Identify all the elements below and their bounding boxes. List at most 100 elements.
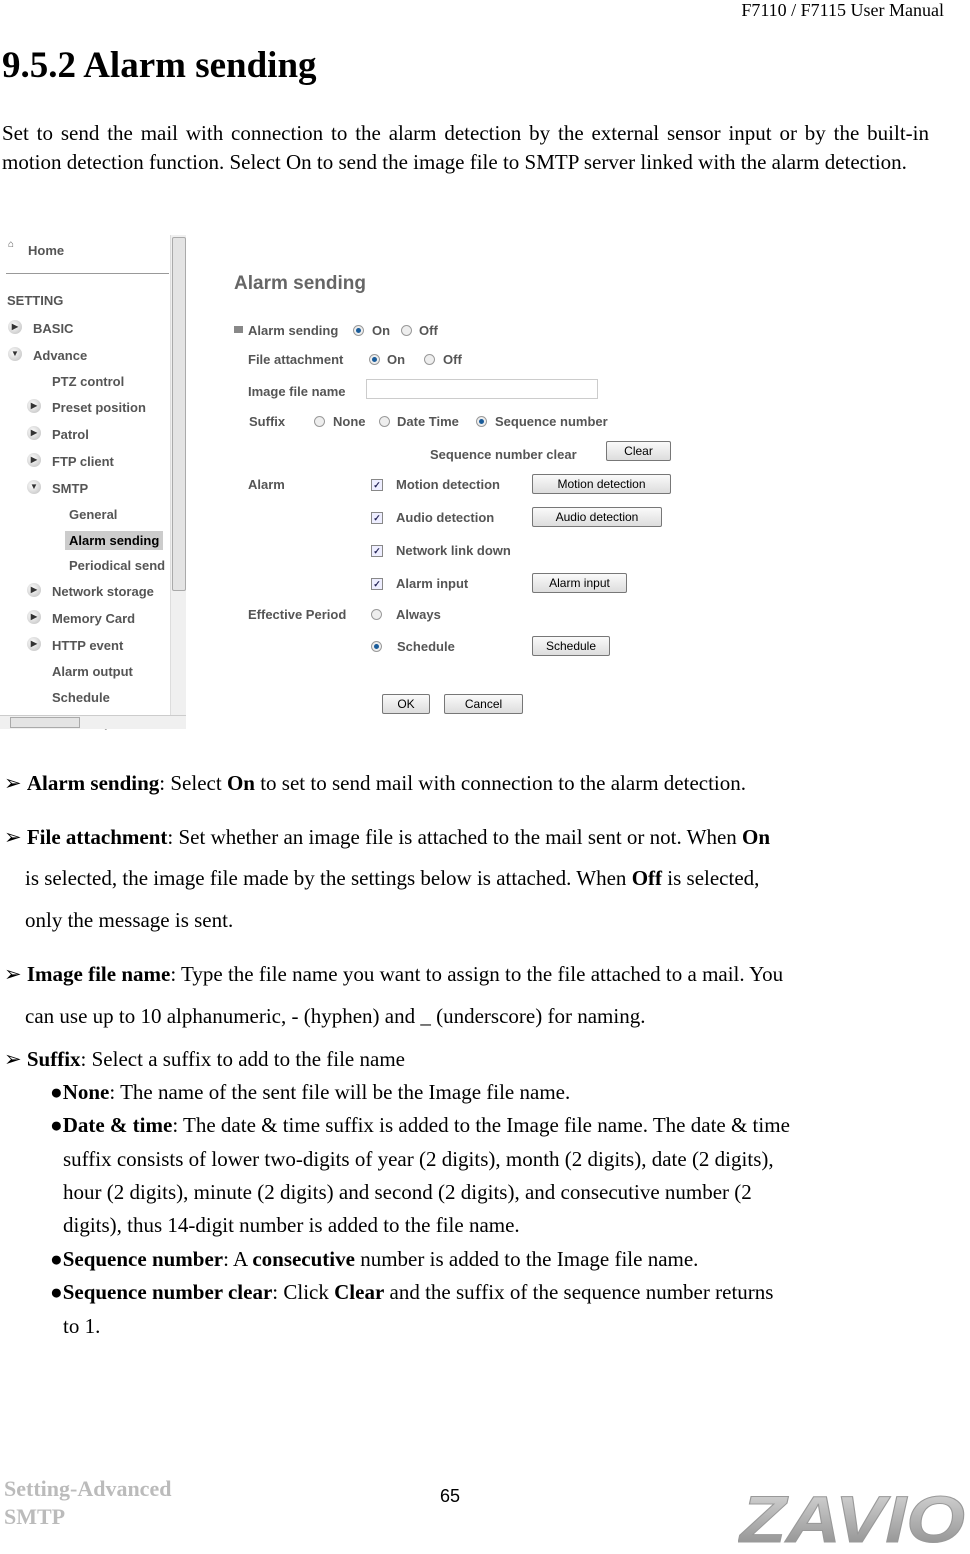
network-link-down-checkbox[interactable]: ✓ bbox=[371, 545, 383, 557]
radio-label: Off bbox=[443, 352, 462, 367]
svg-text:ZAVIO: ZAVIO bbox=[738, 1486, 965, 1550]
sidebar-item[interactable]: Periodical send bbox=[69, 558, 170, 573]
home-icon: ⌂ bbox=[8, 239, 15, 250]
bullet-alarm-sending: ➢ Alarm sending: Select On to set to sen… bbox=[4, 771, 747, 795]
sequence-clear-label: Sequence number clear bbox=[430, 447, 577, 462]
schedule-radio[interactable] bbox=[371, 641, 382, 652]
sidebar-item[interactable]: General bbox=[69, 507, 117, 522]
alarm-sending-off-radio[interactable] bbox=[401, 325, 412, 336]
radio-label: On bbox=[372, 323, 391, 338]
checkbox-label: Motion detection bbox=[396, 477, 500, 492]
scrollbar-thumb[interactable] bbox=[172, 237, 186, 591]
alarm-input-checkbox[interactable]: ✓ bbox=[371, 578, 383, 590]
arrow-right-icon[interactable]: ▶ bbox=[8, 320, 22, 334]
audio-detection-checkbox[interactable]: ✓ bbox=[371, 512, 383, 524]
collapse-icon bbox=[234, 326, 243, 333]
suffix-label: Suffix bbox=[249, 414, 286, 429]
sidebar-item[interactable]: Advance bbox=[33, 348, 87, 363]
arrow-down-icon[interactable]: ▼ bbox=[8, 347, 22, 361]
audio-detection-button[interactable]: Audio detection bbox=[532, 507, 662, 527]
arrow-right-icon[interactable]: ▶ bbox=[27, 426, 41, 440]
sidebar-item[interactable]: SMTP bbox=[52, 481, 88, 496]
radio-label: Always bbox=[396, 607, 441, 622]
bullet-file-attachment: ➢ File attachment: Set whether an image … bbox=[4, 825, 771, 849]
motion-detection-button[interactable]: Motion detection bbox=[532, 474, 671, 494]
sub-bullet-sequence-clear: ●Sequence number clear: Click Clear and … bbox=[50, 1280, 774, 1304]
alarm-label: Alarm bbox=[248, 477, 285, 492]
file-attachment-off-radio[interactable] bbox=[424, 354, 435, 365]
arrow-down-icon[interactable]: ▼ bbox=[27, 480, 41, 494]
sidebar-item[interactable]: Alarm sending bbox=[65, 531, 164, 550]
ui-screenshot: ⌂ Home SETTING ▶ BASIC ▼ Advance PTZ control… bbox=[0, 235, 675, 730]
sidebar-item[interactable]: Alarm output bbox=[52, 664, 133, 679]
image-file-name-label: Image file name bbox=[248, 384, 346, 399]
bullet-text: digits), thus 14-digit number is added t… bbox=[63, 1213, 520, 1237]
checkbox-label: Audio detection bbox=[396, 510, 495, 525]
bullet-text: only the message is sent. bbox=[25, 908, 234, 932]
footer-section: Setting-Advanced bbox=[4, 1476, 172, 1501]
image-file-name-input[interactable] bbox=[366, 379, 598, 399]
suffix-datetime-radio[interactable] bbox=[379, 416, 390, 427]
schedule-button[interactable]: Schedule bbox=[532, 636, 610, 656]
sub-bullet-none: ●None: The name of the sent file will be… bbox=[50, 1080, 571, 1104]
checkbox-label: Network link down bbox=[396, 543, 511, 558]
sidebar-item[interactable]: FTP client bbox=[52, 454, 114, 469]
radio-label: Sequence number bbox=[495, 414, 608, 429]
checkbox-label: Alarm input bbox=[396, 576, 469, 591]
sub-bullet-date-time: ●Date & time: The date & time suffix is … bbox=[50, 1113, 790, 1137]
arrow-right-icon[interactable]: ▶ bbox=[27, 453, 41, 467]
always-radio[interactable] bbox=[371, 609, 382, 620]
sidebar-item[interactable]: HTTP event bbox=[52, 638, 123, 653]
alarm-input-button[interactable]: Alarm input bbox=[532, 573, 627, 593]
zavio-logo: ZAVIO bbox=[738, 1486, 966, 1550]
ok-button[interactable]: OK bbox=[382, 694, 430, 714]
sidebar-item[interactable]: Schedule bbox=[52, 690, 110, 705]
arrow-right-icon[interactable]: ▶ bbox=[27, 399, 41, 413]
sidebar-item[interactable]: PTZ control bbox=[52, 374, 124, 389]
suffix-none-radio[interactable] bbox=[314, 416, 325, 427]
radio-label: None bbox=[333, 414, 366, 429]
bullet-text: suffix consists of lower two-digits of y… bbox=[63, 1147, 774, 1171]
bullet-text: to 1. bbox=[63, 1314, 101, 1338]
radio-label: Date Time bbox=[397, 414, 459, 429]
sidebar-item[interactable]: Network storage bbox=[52, 584, 154, 599]
scrollbar-thumb[interactable] bbox=[10, 717, 80, 728]
sidebar-item[interactable]: Preset position bbox=[52, 400, 146, 415]
bullet-image-file-name: ➢ Image file name: Type the file name yo… bbox=[4, 962, 784, 986]
bullet-text: can use up to 10 alphanumeric, - (hyphen… bbox=[25, 1004, 646, 1028]
bullet-text: hour (2 digits), minute (2 digits) and s… bbox=[63, 1180, 752, 1204]
file-attachment-label: File attachment bbox=[248, 352, 344, 367]
alarm-sending-on-radio[interactable] bbox=[353, 325, 364, 336]
sidebar-item[interactable]: Memory Card bbox=[52, 611, 135, 626]
footer-subsection: SMTP bbox=[4, 1504, 66, 1529]
alarm-sending-label: Alarm sending bbox=[248, 323, 339, 338]
arrow-right-icon[interactable]: ▶ bbox=[27, 610, 41, 624]
effective-period-label: Effective Period bbox=[248, 607, 347, 622]
divider bbox=[6, 273, 169, 274]
bullet-suffix: ➢ Suffix: Select a suffix to add to the … bbox=[4, 1047, 405, 1071]
horizontal-scrollbar[interactable] bbox=[0, 715, 186, 729]
cancel-button[interactable]: Cancel bbox=[444, 694, 523, 714]
sub-bullet-sequence-number: ●Sequence number: A consecutive number i… bbox=[50, 1247, 699, 1271]
sidebar: ⌂ Home SETTING ▶ BASIC ▼ Advance PTZ control… bbox=[0, 235, 170, 730]
clear-button[interactable]: Clear bbox=[606, 441, 671, 461]
sidebar-item[interactable]: Patrol bbox=[52, 427, 89, 442]
radio-label: On bbox=[387, 352, 406, 367]
suffix-sequence-radio[interactable] bbox=[476, 416, 487, 427]
sidebar-item[interactable]: BASIC bbox=[33, 321, 73, 336]
motion-detection-checkbox[interactable]: ✓ bbox=[371, 479, 383, 491]
vertical-scrollbar[interactable] bbox=[170, 235, 186, 715]
radio-label: Schedule bbox=[397, 639, 455, 654]
form-heading: Alarm sending bbox=[234, 273, 366, 294]
page-number: 65 bbox=[440, 1486, 461, 1506]
arrow-right-icon[interactable]: ▶ bbox=[27, 583, 41, 597]
file-attachment-on-radio[interactable] bbox=[369, 354, 380, 365]
sidebar-home[interactable]: Home bbox=[28, 243, 64, 258]
manual-page: F7110 / F7115 User Manual 9.5.2 Alarm se… bbox=[0, 0, 970, 1554]
manual-header: F7110 / F7115 User Manual bbox=[741, 0, 944, 20]
section-title: 9.5.2 Alarm sending bbox=[2, 45, 317, 86]
radio-label: Off bbox=[419, 323, 438, 338]
sidebar-setting-heading: SETTING bbox=[7, 293, 64, 308]
arrow-right-icon[interactable]: ▶ bbox=[27, 637, 41, 651]
intro-paragraph: Set to send the mail with connection to … bbox=[2, 121, 929, 174]
